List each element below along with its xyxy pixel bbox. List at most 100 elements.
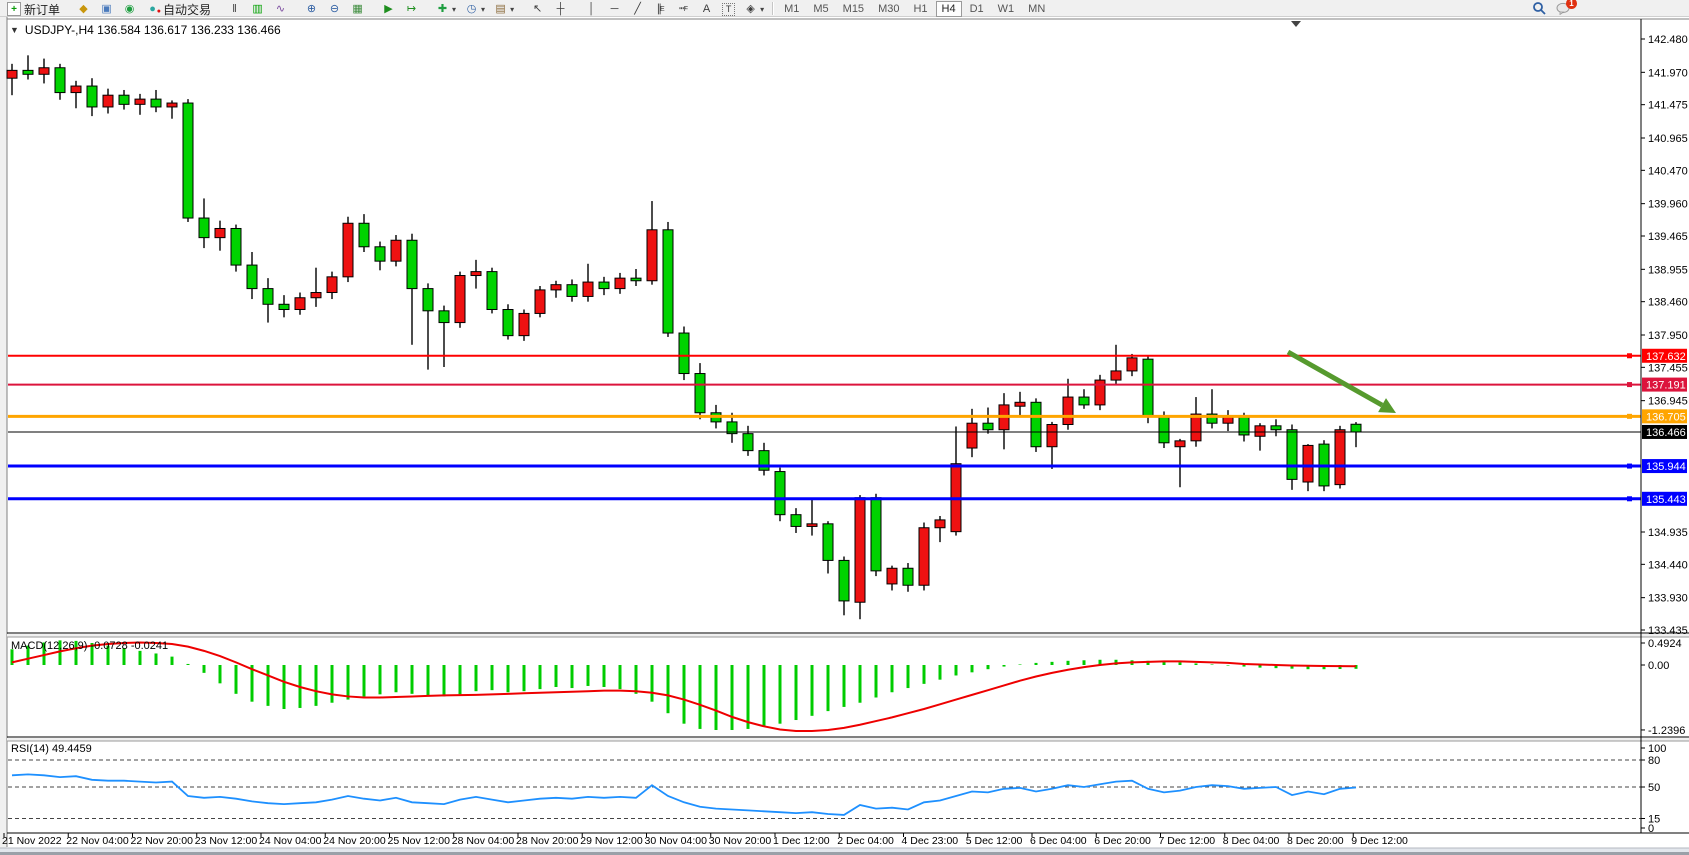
left-gutter bbox=[0, 17, 7, 855]
equidistant-channel-icon: ∥E bbox=[653, 3, 668, 16]
rsi-axis-label: 100 bbox=[1648, 743, 1666, 755]
timeframe-d1[interactable]: D1 bbox=[964, 1, 990, 17]
tile-windows-icon: ▦ bbox=[350, 3, 365, 16]
indicators-icon[interactable]: ✚▾ bbox=[432, 1, 459, 18]
time-axis-label: 22 Nov 04:00 bbox=[66, 835, 129, 847]
price-tick-label: 139.465 bbox=[1648, 231, 1688, 243]
timeframe-m15[interactable]: M15 bbox=[837, 1, 870, 17]
templates-icon: ▤ bbox=[493, 3, 508, 16]
one-click-expand-button[interactable]: ▼ bbox=[10, 25, 19, 35]
indicators-icon: ✚ bbox=[435, 3, 450, 16]
hline-price-label-text: 137.191 bbox=[1646, 380, 1686, 392]
timeframe-buttons: M1M5M15M30H1H4D1W1MN bbox=[777, 0, 1052, 17]
arrows-icon[interactable]: ◈▾ bbox=[740, 1, 767, 18]
timeframe-m1[interactable]: M1 bbox=[778, 1, 805, 17]
periods-icon[interactable]: ◷▾ bbox=[461, 1, 488, 18]
cursor-icon: ↖ bbox=[530, 3, 545, 16]
autotrading-button: ● bbox=[145, 3, 160, 16]
new-order-button-label: 新订单 bbox=[24, 1, 60, 18]
timeframe-h4[interactable]: H4 bbox=[936, 1, 962, 17]
time-axis-label: 24 Nov 04:00 bbox=[259, 835, 322, 847]
equidistant-channel-icon[interactable]: ∥E bbox=[650, 1, 671, 18]
time-axis-label: 6 Dec 20:00 bbox=[1094, 835, 1151, 847]
terminal-icon[interactable]: ▣ bbox=[96, 1, 117, 18]
chevron-down-icon: ▾ bbox=[481, 5, 485, 14]
signals-icon[interactable]: ◉ bbox=[119, 1, 140, 18]
text-label-icon[interactable]: T bbox=[719, 1, 738, 18]
price-tick-label: 140.470 bbox=[1648, 165, 1688, 177]
mt4-window: +新订单◆▣◉●自动交易‖▥∿⊕⊖▦▶↦✚▾◷▾▤▾↖┼│─╱∥E┉FAT◈▾ … bbox=[0, 0, 1689, 855]
timeframe-w1[interactable]: W1 bbox=[992, 1, 1021, 17]
templates-icon[interactable]: ▤▾ bbox=[490, 1, 517, 18]
line-handle[interactable] bbox=[1627, 414, 1632, 419]
hline-price-label-text: 135.944 bbox=[1646, 461, 1686, 473]
fibonacci-icon[interactable]: ┉F bbox=[673, 1, 694, 18]
zoom-in-icon: ⊕ bbox=[304, 3, 319, 16]
time-axis-label: 22 Nov 20:00 bbox=[131, 835, 194, 847]
zoom-out-icon[interactable]: ⊖ bbox=[324, 1, 345, 18]
price-tick-label: 133.435 bbox=[1648, 625, 1688, 637]
line-handle[interactable] bbox=[1627, 382, 1632, 387]
terminal-icon: ▣ bbox=[99, 3, 114, 16]
timeframe-m5[interactable]: M5 bbox=[807, 1, 834, 17]
toolbar: +新订单◆▣◉●自动交易‖▥∿⊕⊖▦▶↦✚▾◷▾▤▾↖┼│─╱∥E┉FAT◈▾ … bbox=[0, 0, 1689, 17]
new-order-button: + bbox=[7, 2, 21, 16]
vertical-line-icon[interactable]: │ bbox=[581, 1, 602, 18]
chart-canvas[interactable]: 142.480141.970141.475140.965140.470139.9… bbox=[0, 17, 1689, 855]
periods-icon: ◷ bbox=[464, 3, 479, 16]
auto-scroll-icon[interactable]: ▶ bbox=[378, 1, 399, 18]
time-axis-label: 29 Nov 12:00 bbox=[580, 835, 643, 847]
time-axis-label: 21 Nov 2022 bbox=[2, 835, 62, 847]
time-axis-label: 1 Dec 12:00 bbox=[773, 835, 830, 847]
line-handle[interactable] bbox=[1627, 496, 1632, 501]
timeframe-h1[interactable]: H1 bbox=[907, 1, 933, 17]
macd-axis-label: 0.00 bbox=[1648, 660, 1669, 672]
price-tick-label: 141.970 bbox=[1648, 67, 1688, 79]
rsi-axis-label: 50 bbox=[1648, 782, 1660, 794]
market-icon: ◆ bbox=[76, 3, 91, 16]
macd-label: MACD(12,26,9) -0.0728 -0.0241 bbox=[11, 640, 168, 652]
vertical-line-icon: │ bbox=[584, 3, 599, 16]
candlestick-chart-icon[interactable]: ▥ bbox=[247, 1, 268, 18]
market-icon[interactable]: ◆ bbox=[73, 1, 94, 18]
price-tick-label: 139.960 bbox=[1648, 199, 1688, 211]
chart-window[interactable]: 142.480141.970141.475140.965140.470139.9… bbox=[0, 17, 1689, 855]
horizontal-line-icon: ─ bbox=[607, 3, 622, 16]
candlestick-chart-icon: ▥ bbox=[250, 3, 265, 16]
chart-shift-icon[interactable]: ↦ bbox=[401, 1, 422, 18]
bar-chart-icon[interactable]: ‖ bbox=[224, 1, 245, 18]
tile-windows-icon[interactable]: ▦ bbox=[347, 1, 368, 18]
cursor-icon[interactable]: ↖ bbox=[527, 1, 548, 18]
timeframe-mn[interactable]: MN bbox=[1022, 1, 1051, 17]
timeframe-m30[interactable]: M30 bbox=[872, 1, 905, 17]
autotrading-button[interactable]: ●自动交易 bbox=[142, 1, 214, 18]
signals-icon: ◉ bbox=[122, 3, 137, 16]
notifications-icon[interactable]: 1 bbox=[1556, 2, 1571, 20]
line-chart-icon[interactable]: ∿ bbox=[270, 1, 291, 18]
line-handle[interactable] bbox=[1627, 464, 1632, 469]
macd-axis-label: 0.4924 bbox=[1648, 638, 1682, 650]
auto-scroll-icon: ▶ bbox=[381, 3, 396, 16]
time-axis-label: 28 Nov 20:00 bbox=[516, 835, 579, 847]
hline-price-label-text: 136.705 bbox=[1646, 411, 1686, 423]
new-order-button[interactable]: +新订单 bbox=[4, 1, 63, 18]
hline-price-label-text: 136.466 bbox=[1646, 427, 1686, 439]
crosshair-icon[interactable]: ┼ bbox=[550, 1, 571, 18]
time-axis-label: 23 Nov 12:00 bbox=[195, 835, 258, 847]
price-tick-label: 141.475 bbox=[1648, 100, 1688, 112]
line-chart-icon: ∿ bbox=[273, 3, 288, 16]
zoom-in-icon[interactable]: ⊕ bbox=[301, 1, 322, 18]
trendline-icon: ╱ bbox=[630, 3, 645, 16]
chevron-down-icon: ▾ bbox=[510, 5, 514, 14]
search-icon[interactable] bbox=[1532, 1, 1546, 20]
chevron-down-icon: ▾ bbox=[452, 5, 456, 14]
line-handle[interactable] bbox=[1627, 353, 1632, 358]
text-icon[interactable]: A bbox=[696, 1, 717, 18]
price-tick-label: 138.955 bbox=[1648, 264, 1688, 276]
price-tick-label: 142.480 bbox=[1648, 34, 1688, 46]
time-axis-label: 7 Dec 12:00 bbox=[1159, 835, 1216, 847]
price-tick-label: 137.950 bbox=[1648, 330, 1688, 342]
chart-title-row: ▼ USDJPY-,H4 136.584 136.617 136.233 136… bbox=[10, 23, 281, 37]
horizontal-line-icon[interactable]: ─ bbox=[604, 1, 625, 18]
trendline-icon[interactable]: ╱ bbox=[627, 1, 648, 18]
